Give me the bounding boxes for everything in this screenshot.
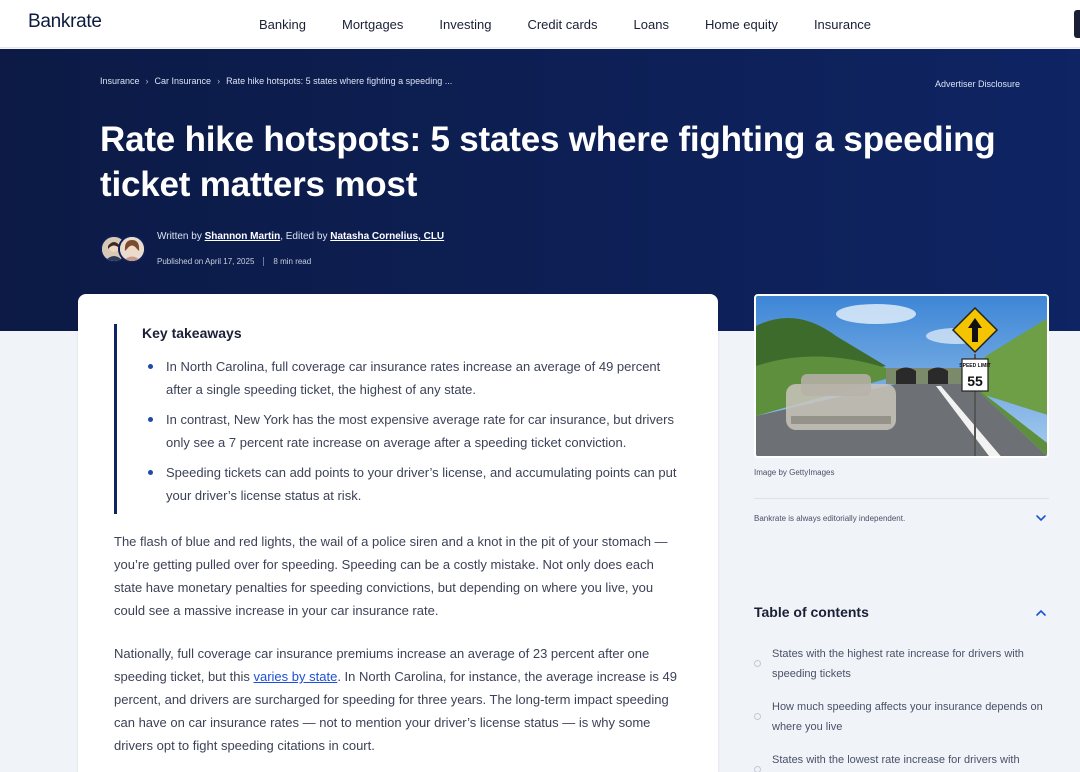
- bankrate-logo[interactable]: Bankrate: [28, 11, 102, 33]
- key-takeaways: Key takeaways In North Carolina, full co…: [114, 324, 684, 514]
- nav-link-banking[interactable]: Banking: [259, 17, 306, 32]
- image-credit: Image by GettyImages: [754, 468, 835, 477]
- author-link[interactable]: Shannon Martin: [205, 231, 281, 242]
- breadcrumb-chevron-icon: ›: [217, 76, 221, 86]
- speed-limit-sign-number: 55: [967, 373, 983, 389]
- editor-link[interactable]: Natasha Cornelius, CLU: [330, 231, 444, 242]
- chevron-down-icon[interactable]: [1035, 512, 1047, 524]
- breadcrumb-car-insurance[interactable]: Car Insurance: [155, 76, 212, 86]
- key-takeaways-list: In North Carolina, full coverage car ins…: [142, 355, 684, 507]
- table-of-contents: States with the highest rate increase fo…: [754, 644, 1054, 772]
- editorial-independence-note[interactable]: Bankrate is always editorially independe…: [754, 514, 905, 523]
- toc-title: Table of contents: [754, 604, 869, 620]
- byline-edited-prefix: , Edited by: [280, 231, 328, 242]
- key-takeaways-title: Key takeaways: [142, 325, 242, 341]
- speed-limit-sign-text: SPEED LIMIT: [959, 363, 990, 369]
- breadcrumb-chevron-icon: ›: [145, 76, 149, 86]
- byline: Written by Shannon Martin, Edited by Nat…: [157, 231, 444, 242]
- takeaway-item: Speeding tickets can add points to your …: [142, 461, 684, 507]
- takeaway-item: In contrast, New York has the most expen…: [142, 408, 684, 454]
- publish-date: Published on April 17, 2025: [157, 257, 255, 266]
- menu-button-edge[interactable]: [1074, 10, 1080, 38]
- article-paragraph: Nationally, full coverage car insurance …: [114, 642, 684, 757]
- toc-item[interactable]: States with the highest rate increase fo…: [754, 644, 1054, 684]
- read-time: 8 min read: [273, 257, 312, 266]
- top-nav: Bankrate Banking Mortgages Investing Cre…: [0, 0, 1080, 48]
- nav-link-insurance[interactable]: Insurance: [814, 17, 871, 32]
- meta-divider: [263, 257, 265, 266]
- nav-link-investing[interactable]: Investing: [439, 17, 491, 32]
- toc-item[interactable]: How much speeding affects your insurance…: [754, 697, 1054, 737]
- author-avatars: [100, 235, 148, 265]
- takeaway-item: In North Carolina, full coverage car ins…: [142, 355, 684, 401]
- nav-link-home-equity[interactable]: Home equity: [705, 17, 778, 32]
- nav-link-mortgages[interactable]: Mortgages: [342, 17, 403, 32]
- nav-link-credit-cards[interactable]: Credit cards: [527, 17, 597, 32]
- page-title: Rate hike hotspots: 5 states where fight…: [100, 120, 996, 204]
- article-paragraph: The flash of blue and red lights, the wa…: [114, 534, 668, 618]
- editor-avatar[interactable]: [118, 235, 146, 263]
- breadcrumb-insurance[interactable]: Insurance: [100, 76, 140, 86]
- breadcrumb: Insurance › Car Insurance › Rate hike ho…: [100, 76, 452, 86]
- varies-by-state-link[interactable]: varies by state: [253, 669, 337, 684]
- article-meta: Published on April 17, 2025 8 min read: [157, 257, 311, 266]
- nav-link-loans[interactable]: Loans: [634, 17, 669, 32]
- byline-written-prefix: Written by: [157, 231, 202, 242]
- primary-nav: Banking Mortgages Investing Credit cards…: [241, 0, 889, 48]
- advertiser-disclosure-link[interactable]: Advertiser Disclosure: [935, 79, 1020, 89]
- article-card: Key takeaways In North Carolina, full co…: [78, 294, 718, 772]
- breadcrumb-current: Rate hike hotspots: 5 states where fight…: [226, 76, 453, 86]
- chevron-up-icon[interactable]: [1035, 607, 1047, 619]
- sidebar-divider: [754, 498, 1049, 499]
- toc-item[interactable]: States with the lowest rate increase for…: [754, 750, 1054, 772]
- article-hero-image: SPEED LIMIT 55: [754, 294, 1049, 458]
